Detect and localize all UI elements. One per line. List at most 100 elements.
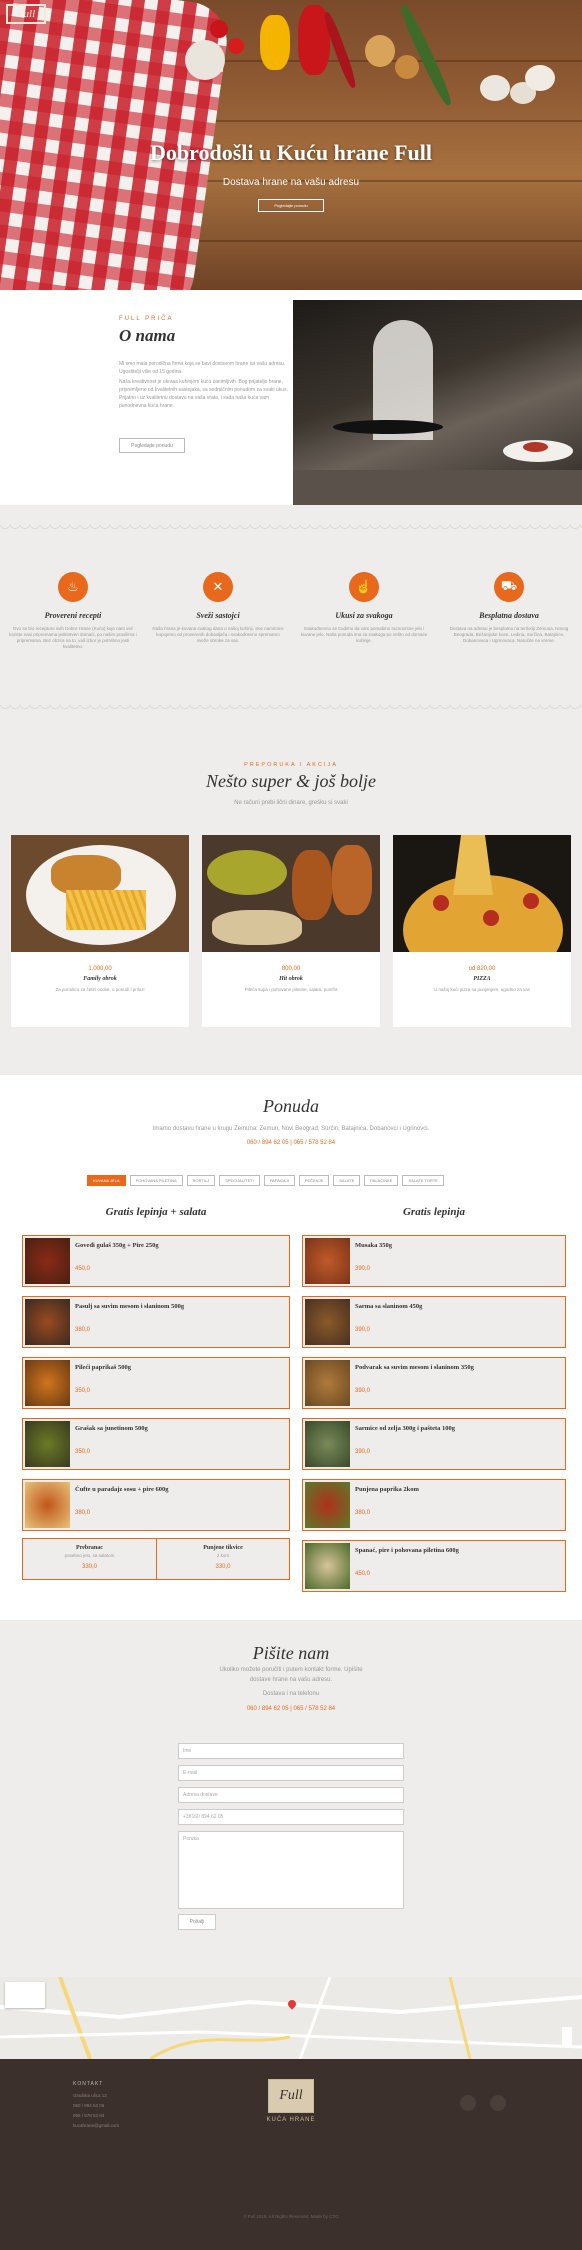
yellow-pepper-image	[260, 15, 290, 70]
hero-section: Full Dobrodošli u Kuću hrane Full Dostav…	[0, 0, 582, 290]
location-map[interactable]	[0, 1977, 582, 2059]
menu-item-price: 450,0	[75, 1266, 91, 1272]
tomato-image	[228, 38, 244, 54]
phone-field[interactable]: +38160 894 62 05	[178, 1809, 404, 1825]
name-field[interactable]: Ime	[178, 1743, 404, 1759]
about-paragraph: Naša kreativnost je ukrasa kuhinjom kuću…	[119, 379, 288, 409]
truck-icon: ⛟	[494, 572, 524, 602]
contact-subtitle: dostave hrane na vašu adresu.	[249, 1677, 333, 1683]
dish-thumbnail	[25, 1421, 70, 1467]
address-field[interactable]: Adresa dostave	[178, 1787, 404, 1803]
send-button[interactable]: Pošalji	[178, 1914, 216, 1930]
footer-phone[interactable]: 065 / 578 52 84	[73, 2113, 104, 2118]
contact-subtitle: Ukoliko možete poručiti i putem kontakt …	[219, 1667, 363, 1673]
dish-thumbnail	[305, 1238, 350, 1284]
mushroom-image	[525, 65, 555, 91]
special-card[interactable]: 800,00 Hit obrok Pileća supa i pohovane …	[202, 835, 380, 1027]
menu-item-price: 350,0	[75, 1388, 91, 1394]
dish-thumbnail	[25, 1299, 70, 1345]
about-menu-button[interactable]: Pogledajte ponudu	[119, 438, 185, 453]
dish-thumbnail	[25, 1482, 70, 1528]
footer-address: Gradska ulica 12	[73, 2093, 107, 2098]
menu-title: Ponuda	[263, 1096, 319, 1116]
map-zoom-control[interactable]	[562, 2027, 572, 2047]
footer-phone[interactable]: 060 / 894 62 05	[73, 2103, 104, 2108]
dish-thumbnail	[25, 1360, 70, 1406]
feature-title: Besplatna dostava	[479, 611, 539, 620]
tab-palacinke[interactable]: PALAČINKE	[364, 1175, 399, 1186]
feature-title: Sveži sastojci	[196, 611, 240, 620]
menu-subtitle: Imamo dostavu hrane u krugu Zemuna: Zemu…	[152, 1126, 430, 1132]
special-card[interactable]: 1.000,00 Family obrok Za porodicu za čet…	[11, 835, 189, 1027]
menu-item-price: 380,0	[75, 1327, 91, 1333]
menu-item[interactable]: Musaka 350g 390,0	[302, 1235, 566, 1287]
wave-divider	[0, 525, 582, 533]
menu-item-price: 380,0	[355, 1510, 371, 1516]
feature-recipes: ♨ Provereni recepti Ovo se bio recepture…	[7, 572, 139, 650]
tab-salate[interactable]: SALATE	[333, 1175, 361, 1186]
menu-item-name: Sarma sa slaninom 450g	[355, 1303, 423, 1310]
contact-phone[interactable]: 060 / 894 62 05 | 065 / 578 52 84	[0, 1706, 582, 1712]
menu-tabs: KUVANA JELA POHOVANA PILETINA ROŠTILJ SP…	[87, 1175, 444, 1186]
menu-item-small[interactable]: Punjene tikvice 2 kom 330,0	[156, 1538, 290, 1580]
menu-item[interactable]: Punjena paprika 2kom 380,0	[302, 1479, 566, 1531]
email-field[interactable]: E-mail	[178, 1765, 404, 1781]
dish-thumbnail	[305, 1482, 350, 1528]
menu-item[interactable]: Sarmice od zelja 300g i pašteta 100g 390,…	[302, 1418, 566, 1470]
card-price: 800,00	[281, 966, 301, 972]
about-paragraph: Mi smo mala porodična firma koja se bavi…	[119, 361, 286, 375]
menu-item[interactable]: Podvarak sa suvim mesom i slaninom 350g 3…	[302, 1357, 566, 1409]
menu-column-title-right: Gratis lepinja	[402, 1206, 466, 1218]
dish-thumbnail	[305, 1299, 350, 1345]
hero-menu-button[interactable]: Pogledajte ponudu	[258, 199, 324, 212]
menu-phone[interactable]: 060 / 894 62 05 | 065 / 578 52 84	[0, 1140, 582, 1146]
menu-item[interactable]: Pileći paprikaš 500g 350,0	[22, 1357, 290, 1409]
copyright: © Full 2019. All Rights Reserved. Made b…	[243, 2214, 339, 2219]
menu-item-description: 2 kom	[216, 1553, 230, 1558]
special-card[interactable]: od 820,00 PIZZA U našoj kući pizza sa pu…	[393, 835, 571, 1027]
menu-item[interactable]: Goveđi gulaš 350g + Pire 250g 450,0	[22, 1235, 290, 1287]
feature-text: Dostava na adresu je besplatna na terito…	[449, 626, 569, 643]
menu-item[interactable]: Ćufte u paradajz sosu + pire 600g 380,0	[22, 1479, 290, 1531]
tab-pohovana-piletina[interactable]: POHOVANA PILETINA	[129, 1175, 183, 1186]
tab-specijaliteti[interactable]: SPECIJALITETI	[219, 1175, 260, 1186]
menu-item-name: Ćufte u paradajz sosu + pire 600g	[75, 1486, 169, 1493]
menu-item-price: 350,0	[75, 1449, 91, 1455]
card-description: U našoj kući pizza sa punjenjem, ugodno …	[433, 987, 531, 992]
menu-item-name: Grašak sa junetinom 500g	[75, 1425, 148, 1432]
menu-item[interactable]: Pasulj sa suvim mesom i slaninom 500g 380…	[22, 1296, 290, 1348]
specials-title: Nešto super & još bolje	[206, 771, 376, 791]
tab-kuvana-jela[interactable]: KUVANA JELA	[87, 1175, 126, 1186]
footer-logo[interactable]: Full	[268, 2079, 314, 2113]
instagram-icon[interactable]	[490, 2095, 506, 2111]
feature-fresh: ✕ Sveži sastojci Naša hrana je kuvana sv…	[152, 572, 284, 644]
footer-heading: KONTAKT	[73, 2081, 104, 2087]
tab-pecenje[interactable]: PEČENJE	[298, 1175, 330, 1186]
tab-salate-torte[interactable]: SALATE TORTE	[402, 1175, 444, 1186]
message-field[interactable]: Poruka	[178, 1831, 404, 1909]
menu-item-name: Punjena paprika 2kom	[355, 1486, 419, 1493]
menu-item[interactable]: Spanać, pire i pohovana piletina 600g 450…	[302, 1540, 566, 1592]
card-name: Hit obrok	[279, 976, 303, 982]
menu-item-price: 330,0	[81, 1564, 97, 1570]
menu-item[interactable]: Grašak sa junetinom 500g 350,0	[22, 1418, 290, 1470]
dish-thumbnail	[25, 1238, 70, 1284]
menu-item-small[interactable]: Prebranac posebno jelo, sa salatom 330,0	[22, 1538, 157, 1580]
menu-item[interactable]: Sarma sa slaninom 450g 390,0	[302, 1296, 566, 1348]
facebook-icon[interactable]	[460, 2095, 476, 2111]
tab-rostilj[interactable]: ROŠTILJ	[186, 1175, 216, 1186]
tomato-image	[210, 20, 228, 38]
hero-subtitle: Dostava hrane na vašu adresu	[222, 177, 360, 188]
chef-hat-icon: ♨	[58, 572, 88, 602]
onion-image	[365, 35, 395, 67]
tab-papagaji[interactable]: PAPAGAJI	[263, 1175, 295, 1186]
menu-item-name: Goveđi gulaš 350g + Pire 250g	[75, 1242, 159, 1249]
dish-thumbnail	[305, 1543, 350, 1589]
site-logo[interactable]: Full	[6, 4, 46, 24]
menu-item-name: Prebranac	[76, 1545, 103, 1551]
feature-title: Ukusi za svakoga	[335, 611, 393, 620]
footer-email[interactable]: kucahrane@gmail.com	[73, 2123, 119, 2128]
menu-item-name: Pileći paprikaš 500g	[75, 1364, 131, 1371]
menu-item-price: 330,0	[215, 1564, 231, 1570]
feature-delivery: ⛟ Besplatna dostava Dostava na adresu je…	[443, 572, 575, 644]
